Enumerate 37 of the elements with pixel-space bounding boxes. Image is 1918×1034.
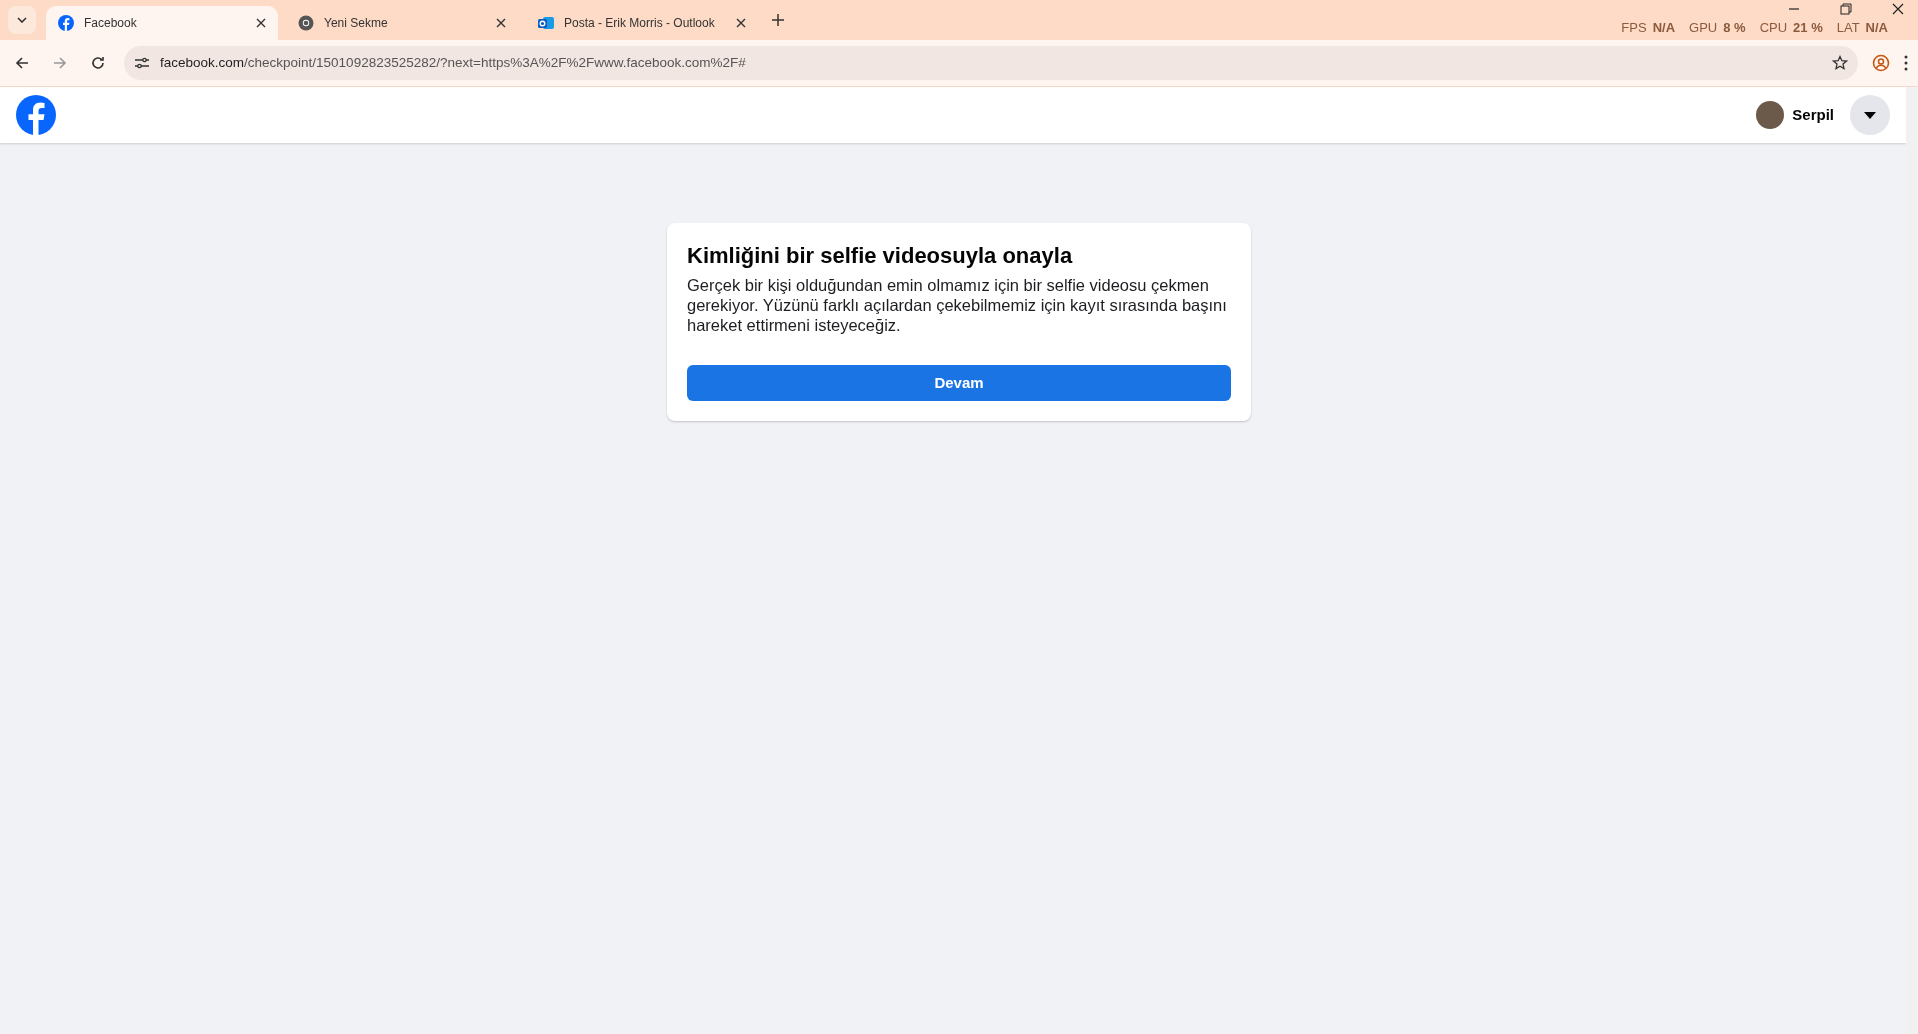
card-description: Gerçek bir kişi olduğundan emin olmamız için bir selfie videosu çekmen gerekiyor. Yüzünü farklı açılardan çekebilmemiz için kayıt sırasında başını hareket ettirmeni isteyeceğiz.	[687, 275, 1228, 336]
stat-value: 8 %	[1723, 20, 1746, 35]
tab-list-button[interactable]	[8, 6, 36, 34]
more-menu-icon[interactable]	[1904, 55, 1908, 71]
stat-value: N/A	[1652, 20, 1676, 35]
stat-value: N/A	[1865, 20, 1888, 35]
close-icon[interactable]	[496, 18, 506, 28]
continue-button[interactable]: Devam	[687, 365, 1231, 402]
stat-label: CPU	[1759, 20, 1788, 35]
chevron-down-icon	[17, 17, 27, 23]
plus-icon	[772, 13, 784, 26]
account-menu-button[interactable]	[1850, 95, 1890, 135]
forward-icon	[52, 55, 68, 71]
reload-icon	[90, 55, 106, 71]
close-icon[interactable]	[256, 18, 266, 28]
caret-down-icon	[1864, 111, 1876, 119]
user-name[interactable]: Serpil	[1792, 103, 1834, 127]
profile-icon[interactable]	[1872, 54, 1890, 72]
facebook-logo-icon	[58, 15, 74, 31]
stat-value: 21 %	[1793, 20, 1823, 35]
stat-label: GPU	[1689, 20, 1718, 35]
back-icon	[14, 55, 30, 71]
stat-label: LAT	[1836, 20, 1860, 35]
url-text: facebook.com/checkpoint/1501092823525282/?next=https%3A%2F%2Fwww.facebook.com%2F#	[160, 53, 747, 72]
browser-tab[interactable]: Facebook	[46, 6, 278, 40]
browser-tab[interactable]: Posta - Erik Morris - Outlook	[526, 6, 758, 40]
restore-icon[interactable]	[1840, 3, 1852, 15]
star-icon[interactable]	[1832, 55, 1848, 71]
address-bar[interactable]: facebook.com/checkpoint/1501092823525282/?next=https%3A%2F%2Fwww.facebook.com%2F#	[124, 46, 1858, 80]
stat-label: FPS	[1621, 20, 1647, 35]
browser-tab[interactable]: Yeni Sekme	[286, 6, 518, 40]
facebook-logo-icon[interactable]	[16, 95, 56, 135]
card-title: Kimliğini bir selfie videosuyla onayla	[687, 243, 1074, 270]
close-icon[interactable]	[1892, 3, 1904, 15]
site-settings-icon[interactable]	[134, 55, 150, 71]
avatar-image	[1756, 101, 1785, 129]
close-icon[interactable]	[736, 18, 746, 28]
